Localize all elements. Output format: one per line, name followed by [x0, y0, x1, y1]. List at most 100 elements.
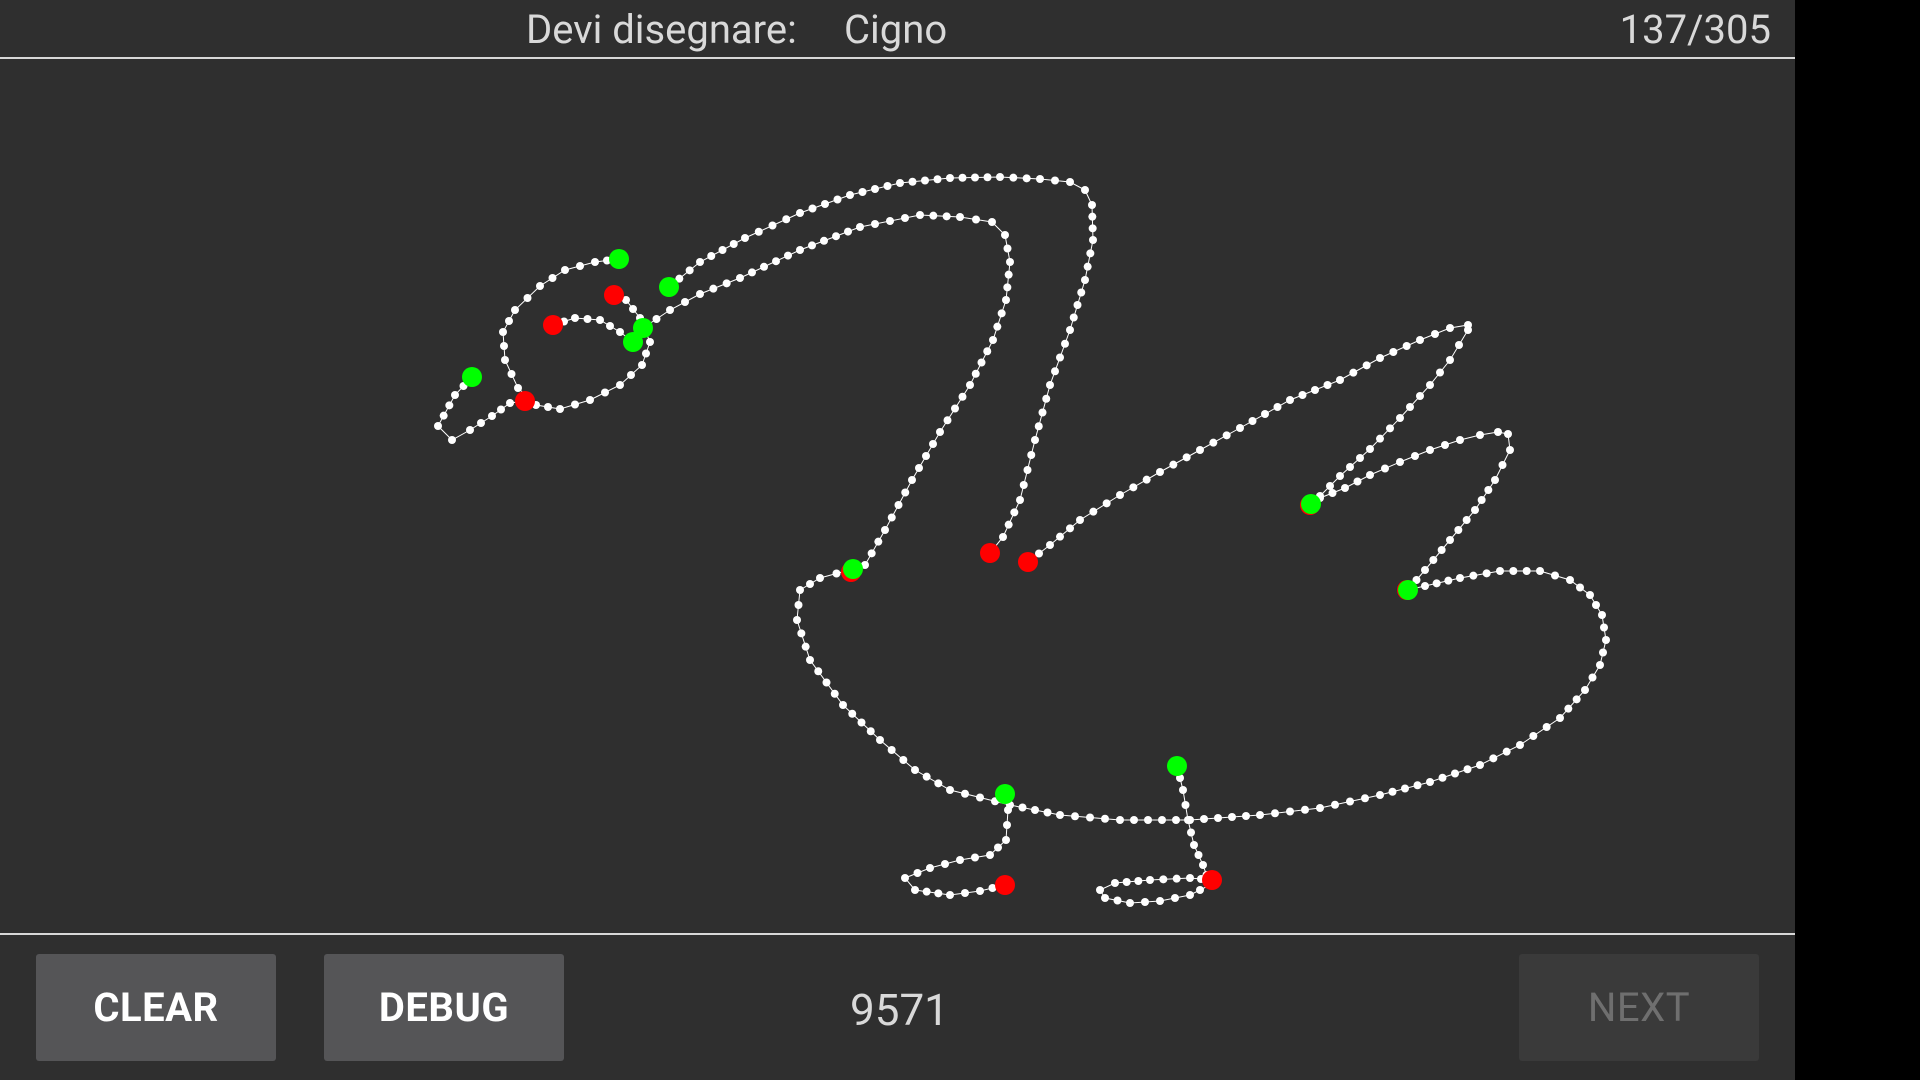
- stroke-point: [1102, 499, 1111, 508]
- stroke-point: [1429, 556, 1438, 564]
- stroke-point: [1196, 446, 1204, 454]
- stroke-point: [1529, 732, 1538, 740]
- stroke-point: [1522, 567, 1531, 575]
- stroke-point: [1536, 567, 1544, 575]
- stroke-point: [1222, 431, 1231, 440]
- stroke-point: [989, 336, 997, 344]
- stroke-point: [796, 209, 804, 217]
- prompt-label: Devi disegnare:: [526, 6, 797, 53]
- stroke-point: [816, 574, 824, 582]
- stroke-point: [1190, 841, 1198, 849]
- stroke-point: [506, 399, 514, 407]
- stroke-point: [1071, 812, 1079, 821]
- stroke-point: [929, 211, 938, 220]
- stroke-point: [971, 369, 980, 378]
- stroke-line-6: [1309, 431, 1511, 591]
- stroke-point: [908, 476, 916, 484]
- stroke-point: [499, 328, 507, 336]
- stroke-point: [1361, 794, 1369, 803]
- stroke-point: [1001, 231, 1009, 239]
- stroke-point: [1073, 301, 1082, 309]
- stroke-end-marker: [1202, 870, 1222, 890]
- stroke-point: [908, 177, 917, 186]
- stroke-point: [1182, 453, 1191, 462]
- stroke-point: [1156, 468, 1164, 476]
- stroke-point: [1172, 816, 1180, 824]
- stroke-point: [1066, 178, 1074, 186]
- stroke-point: [1271, 809, 1279, 818]
- stroke-end-marker: [543, 315, 563, 335]
- stroke-point: [911, 766, 919, 774]
- stroke-point: [505, 317, 513, 325]
- stroke-point: [1200, 815, 1208, 823]
- stroke-point: [1600, 623, 1608, 632]
- stroke-point: [1462, 516, 1471, 524]
- stroke-point: [772, 257, 780, 266]
- stroke-point: [1158, 816, 1166, 824]
- stroke-start-marker: [843, 559, 863, 579]
- stroke-point: [1088, 201, 1096, 209]
- stroke-point: [916, 211, 924, 219]
- stroke-point: [1286, 807, 1294, 816]
- stroke-point: [1451, 769, 1459, 778]
- stroke-point: [1081, 186, 1089, 194]
- stroke-point: [1301, 805, 1309, 814]
- stroke-point: [971, 853, 979, 862]
- stroke-point: [1431, 330, 1439, 338]
- stroke-point: [722, 279, 731, 288]
- stroke-point: [929, 440, 937, 448]
- stroke-point: [696, 258, 704, 266]
- stroke-point: [971, 173, 979, 182]
- clear-button[interactable]: CLEAR: [36, 954, 276, 1061]
- stroke-point: [1004, 806, 1012, 814]
- stroke-point: [627, 371, 635, 379]
- drawing-canvas[interactable]: [0, 59, 1795, 934]
- stroke-point: [921, 176, 929, 185]
- stroke-point: [1228, 813, 1236, 821]
- stroke-point: [1194, 851, 1203, 859]
- stroke-point: [1088, 212, 1097, 221]
- stroke-point: [801, 642, 810, 651]
- stroke-point: [466, 426, 474, 434]
- stroke-point: [1273, 403, 1282, 411]
- stroke-point: [638, 361, 646, 369]
- stroke-point: [514, 384, 522, 392]
- stroke-point: [936, 428, 944, 436]
- stroke-point: [1086, 813, 1094, 822]
- stroke-point: [511, 306, 519, 314]
- stroke-point: [1019, 481, 1028, 489]
- stroke-point: [1156, 897, 1164, 905]
- stroke-point: [956, 213, 964, 221]
- stroke-point: [883, 182, 892, 190]
- stroke-point: [696, 290, 704, 298]
- stroke-point: [846, 191, 854, 199]
- stroke-point: [926, 864, 934, 872]
- stroke-point: [1002, 836, 1010, 844]
- stroke-point: [1376, 791, 1384, 799]
- stroke-point: [1362, 361, 1371, 370]
- debug-button[interactable]: DEBUG: [324, 954, 564, 1061]
- stroke-point: [561, 266, 569, 274]
- stroke-point: [1464, 321, 1472, 329]
- stroke-point: [1129, 483, 1138, 492]
- stroke-point: [794, 601, 803, 609]
- stroke-point: [1083, 262, 1092, 271]
- stroke-point: [1298, 391, 1307, 399]
- stroke-point: [1516, 741, 1524, 749]
- stroke-point: [867, 549, 876, 558]
- stroke-point: [1066, 326, 1074, 334]
- stroke-point: [736, 274, 744, 282]
- stroke-point: [782, 215, 791, 224]
- stroke-point: [1256, 811, 1264, 819]
- stroke-point: [768, 221, 777, 230]
- stroke-point: [501, 356, 509, 364]
- stroke-start-marker: [995, 784, 1015, 804]
- stroke-point: [1426, 778, 1434, 786]
- next-button[interactable]: NEXT: [1519, 954, 1759, 1061]
- stroke-point: [806, 580, 814, 588]
- stroke-point: [1588, 673, 1597, 682]
- stroke-point: [1046, 381, 1054, 389]
- stroke-point: [1366, 445, 1374, 453]
- stroke-point: [1159, 875, 1168, 884]
- stroke-point: [915, 464, 923, 472]
